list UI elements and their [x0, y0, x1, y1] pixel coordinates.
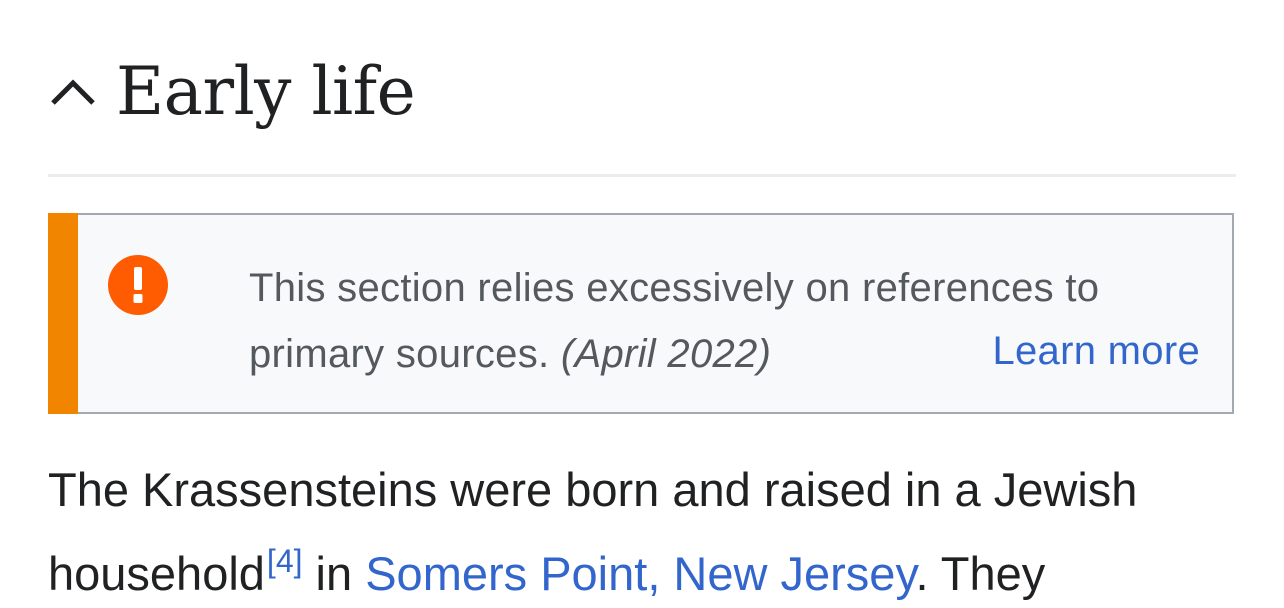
they-text: . They: [915, 547, 1046, 600]
paragraph-line-2: household[4] in Somers Point, New Jersey…: [48, 532, 1248, 608]
section-header[interactable]: Early life: [48, 44, 416, 140]
chevron-up-icon[interactable]: [48, 67, 98, 117]
somers-point-link[interactable]: Somers Point, New Jersey: [365, 547, 915, 600]
body-paragraph: The Krassensteins were born and raised i…: [48, 448, 1248, 608]
notice-text-line1: This section relies excessively on refer…: [249, 266, 1100, 310]
section-divider: [48, 174, 1236, 177]
section-title: Early life: [116, 53, 416, 130]
in-text: in: [302, 547, 366, 600]
primary-sources-notice: This section relies excessively on refer…: [48, 213, 1234, 414]
exclamation-icon: [108, 255, 168, 315]
learn-more-link[interactable]: Learn more: [992, 326, 1200, 376]
notice-stripe: [48, 213, 78, 414]
notice-text-line2: primary sources.: [249, 332, 550, 376]
household-text: household: [48, 547, 265, 600]
paragraph-line-1: The Krassensteins were born and raised i…: [48, 463, 1138, 516]
reference-4-link[interactable]: [4]: [267, 543, 303, 579]
notice-date: (April 2022): [560, 332, 772, 376]
